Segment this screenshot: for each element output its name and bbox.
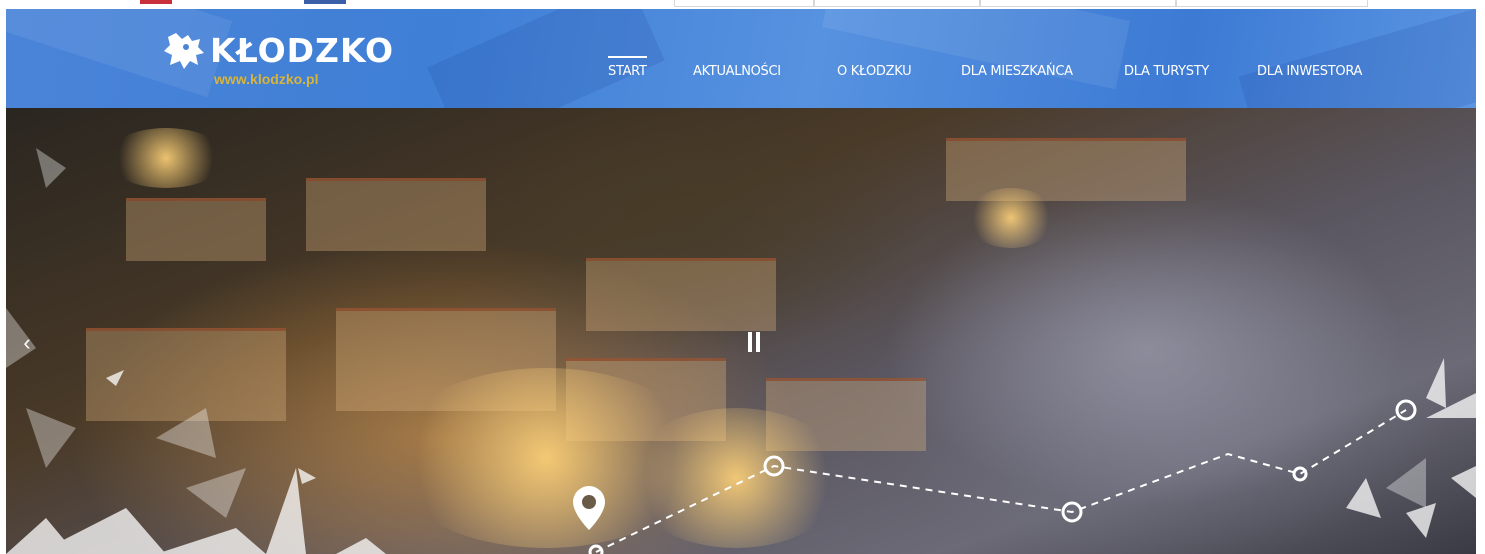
slider-pause-button[interactable] [748, 332, 762, 352]
slider-prev-button[interactable]: ‹ [14, 330, 40, 356]
pause-icon-bar [756, 332, 760, 352]
nav-item-dla-mieszkanca[interactable]: DLA MIESZKAŃCA [961, 64, 1073, 79]
nav-item-start[interactable]: START [608, 56, 647, 79]
site-header: KŁODZKO www.klodzko.pl START AKTUALNOŚCI… [6, 9, 1476, 108]
nav-item-dla-inwestora[interactable]: DLA INWESTORA [1257, 64, 1362, 79]
hero-slider: ‹ [6, 108, 1476, 554]
pause-icon [748, 332, 752, 352]
hero-overlay-graphics [6, 148, 1476, 554]
utility-box[interactable] [674, 0, 814, 7]
utility-box[interactable] [814, 0, 980, 7]
top-utility-strip [0, 0, 1485, 9]
utility-box[interactable] [980, 0, 1176, 7]
language-flag-pl[interactable] [140, 0, 172, 4]
nav-item-dla-turysty[interactable]: DLA TURYSTY [1124, 64, 1209, 79]
main-navigation: START AKTUALNOŚCI O KŁODZKU DLA MIESZKAŃ… [6, 56, 1476, 91]
nav-item-o-klodzku[interactable]: O KŁODZKU [837, 64, 912, 79]
chevron-left-icon: ‹ [23, 330, 31, 355]
map-pin-icon [573, 486, 605, 530]
nav-item-aktualnosci[interactable]: AKTUALNOŚCI [693, 64, 781, 79]
header-decoration [1238, 9, 1476, 108]
language-flag-en[interactable] [304, 0, 346, 4]
header-decoration [427, 9, 665, 108]
utility-box[interactable] [1176, 0, 1368, 7]
